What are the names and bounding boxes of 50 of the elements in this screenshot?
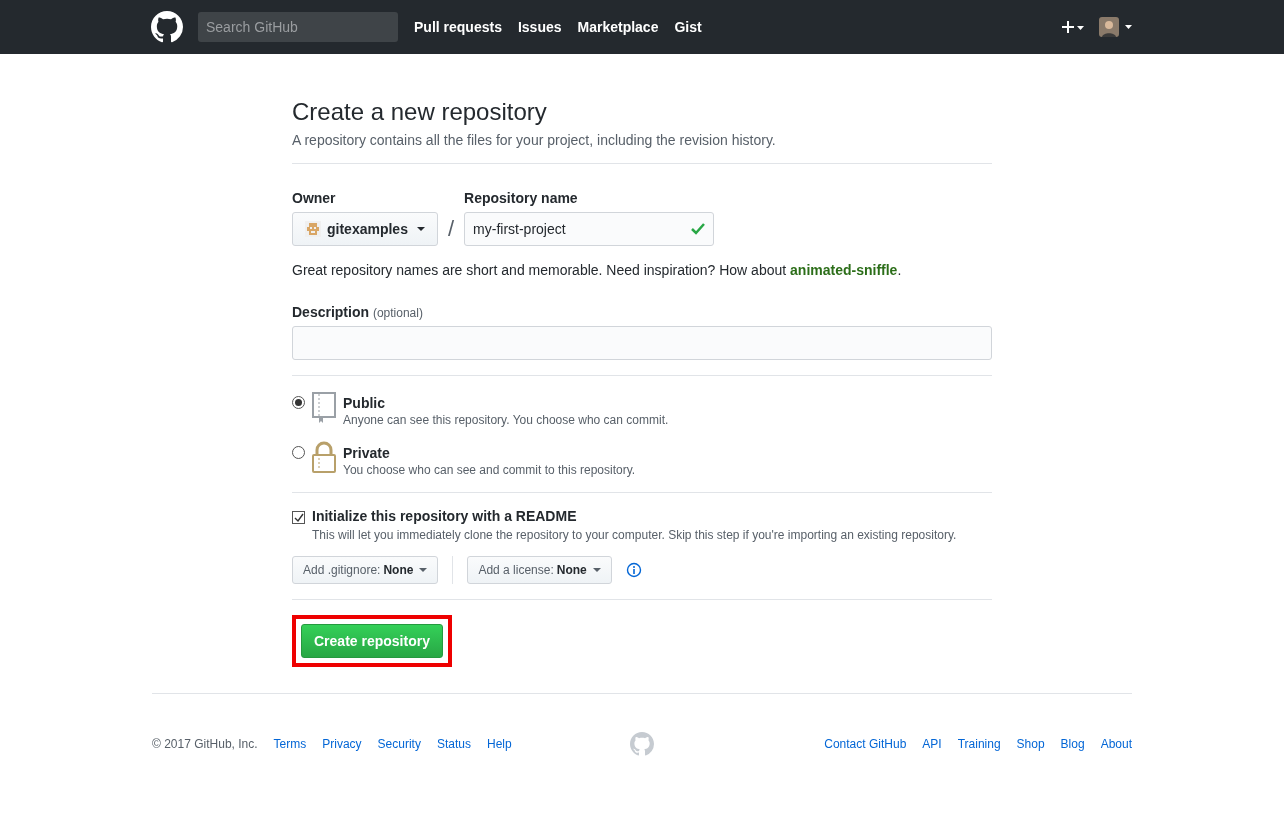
optional-hint: (optional)	[372, 306, 423, 320]
footer-link[interactable]: Terms	[273, 737, 307, 751]
footer-link[interactable]: Security	[377, 737, 421, 751]
owner-dropdown[interactable]: gitexamples	[292, 212, 438, 246]
caret-icon	[416, 227, 425, 231]
name-suggestion-text: Great repository names are short and memorable. Need inspiration? How about animated-sniffle.	[292, 262, 903, 278]
footer-link[interactable]: About	[1100, 737, 1132, 751]
visibility-radio[interactable]	[292, 396, 305, 409]
nav-link[interactable]: Issues	[517, 19, 562, 35]
page-subtitle: A repository contains all the files for your project, including the revision history.	[292, 132, 777, 148]
repository-name-label: Repository name	[464, 190, 579, 206]
visibility-note: Anyone can see this repository. You choose who can commit.	[343, 413, 669, 427]
description-field[interactable]	[292, 326, 992, 360]
readme-note: This will let you immediately clone the repository to your computer. Skip this step if you're importing an existing repository.	[312, 528, 957, 542]
nav-link[interactable]: Marketplace	[577, 19, 659, 35]
owner-label: Owner	[292, 190, 337, 206]
footer-link[interactable]: Contact GitHub	[824, 737, 907, 751]
caret-icon	[419, 568, 428, 572]
footer-link[interactable]: Training	[957, 737, 1001, 751]
lock-icon	[311, 441, 337, 473]
footer-link[interactable]: Shop	[1016, 737, 1045, 751]
visibility-label: Private	[343, 445, 391, 461]
page-title: Create a new repository	[292, 98, 548, 126]
copyright-text: © 2017 GitHub, Inc.	[152, 737, 258, 751]
info-icon[interactable]	[625, 562, 642, 578]
avatar-dropdown-icon[interactable]	[1099, 17, 1133, 37]
path-separator: /	[446, 216, 456, 243]
repository-name-field[interactable]: my-first-project	[464, 212, 715, 246]
nav-link[interactable]: Pull requests	[414, 19, 502, 35]
footer-link[interactable]: Blog	[1060, 737, 1085, 751]
book-icon	[311, 391, 337, 423]
suggested-name-link[interactable]: animated-sniffle	[790, 262, 898, 278]
footer-link[interactable]: Privacy	[322, 737, 362, 751]
visibility-radio[interactable]	[292, 446, 305, 459]
plus-dropdown-icon[interactable]	[1061, 20, 1085, 34]
search-field[interactable]: Search GitHub	[198, 12, 398, 42]
caret-icon	[592, 568, 601, 572]
template-dropdown[interactable]: Add .gitignore: None	[292, 556, 439, 584]
footer-link[interactable]: Status	[436, 737, 471, 751]
readme-label: Initialize this repository with a README	[312, 508, 577, 524]
github-logo-icon[interactable]	[151, 11, 183, 43]
visibility-label: Public	[343, 395, 386, 411]
footer-link[interactable]: API	[922, 737, 942, 751]
template-dropdown[interactable]: Add a license: None	[467, 556, 612, 584]
visibility-note: You choose who can see and commit to this repository.	[343, 463, 636, 477]
description-label: Description	[292, 304, 369, 320]
footer-link[interactable]: Help	[486, 737, 512, 751]
readme-checkbox[interactable]	[292, 511, 305, 524]
identicon-icon	[305, 221, 321, 237]
nav-link[interactable]: Gist	[674, 19, 702, 35]
